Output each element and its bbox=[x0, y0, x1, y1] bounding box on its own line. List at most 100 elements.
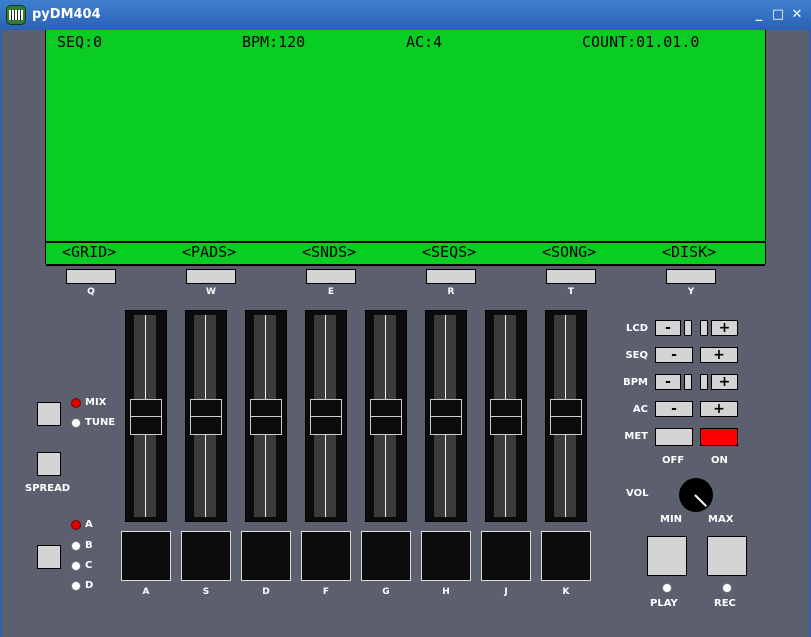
bank-c-radio[interactable] bbox=[71, 561, 81, 571]
menu-key-label: T bbox=[567, 287, 575, 297]
fader-handle[interactable] bbox=[310, 399, 342, 435]
title-bar: pyDM404 _ □ ✕ bbox=[0, 0, 811, 31]
menu-key-label: E bbox=[327, 287, 335, 297]
fader-handle[interactable] bbox=[130, 399, 162, 435]
fader-7[interactable] bbox=[485, 310, 527, 522]
lcd-plus-button[interactable]: + bbox=[711, 320, 738, 336]
bpm-plus-button[interactable]: + bbox=[711, 374, 738, 390]
pad-k[interactable] bbox=[541, 531, 591, 581]
volume-knob[interactable] bbox=[675, 474, 717, 516]
bank-a-radio[interactable] bbox=[71, 520, 81, 530]
menu-button-snds[interactable] bbox=[306, 269, 356, 284]
tune-label: TUNE bbox=[85, 417, 116, 428]
pad-h[interactable] bbox=[421, 531, 471, 581]
mix-radio[interactable] bbox=[71, 398, 81, 408]
bank-d-label: D bbox=[85, 580, 94, 591]
fader-5[interactable] bbox=[365, 310, 407, 522]
bank-c-label: C bbox=[85, 560, 93, 571]
play-label: PLAY bbox=[650, 598, 678, 609]
menu-seqs[interactable]: <SEQS> bbox=[422, 243, 476, 261]
pad-key-label: H bbox=[442, 587, 450, 597]
lcd-contrast-indicator bbox=[700, 320, 708, 336]
menu-key-label: W bbox=[206, 287, 216, 297]
play-button[interactable] bbox=[647, 536, 687, 576]
mix-label: MIX bbox=[85, 397, 107, 408]
menu-disk[interactable]: <DISK> bbox=[662, 243, 716, 261]
window-title: pyDM404 bbox=[32, 7, 101, 22]
bpm-minus-button[interactable]: - bbox=[655, 374, 681, 390]
menu-grid[interactable]: <GRID> bbox=[62, 243, 116, 261]
fader-8[interactable] bbox=[545, 310, 587, 522]
met-off-label: OFF bbox=[662, 455, 685, 466]
menu-button-disk[interactable] bbox=[666, 269, 716, 284]
pad-a[interactable] bbox=[121, 531, 171, 581]
fader-3[interactable] bbox=[245, 310, 287, 522]
pad-key-label: D bbox=[262, 587, 270, 597]
pad-j[interactable] bbox=[481, 531, 531, 581]
fader-handle[interactable] bbox=[370, 399, 402, 435]
fader-handle[interactable] bbox=[190, 399, 222, 435]
pad-s[interactable] bbox=[181, 531, 231, 581]
bank-d-radio[interactable] bbox=[71, 581, 81, 591]
rec-button[interactable] bbox=[707, 536, 747, 576]
menu-snds[interactable]: <SNDS> bbox=[302, 243, 356, 261]
bpm-fine-plus[interactable] bbox=[700, 374, 708, 390]
met-off-button[interactable] bbox=[655, 428, 693, 446]
ac-minus-button[interactable]: - bbox=[655, 401, 693, 417]
fader-handle[interactable] bbox=[550, 399, 582, 435]
bpm-fine-minus[interactable] bbox=[684, 374, 692, 390]
menu-pads[interactable]: <PADS> bbox=[182, 243, 236, 261]
bpm-label: BPM bbox=[623, 377, 648, 388]
met-on-label: ON bbox=[711, 455, 728, 466]
lcd-bpm: BPM:120 bbox=[242, 33, 306, 51]
fader-handle[interactable] bbox=[430, 399, 462, 435]
fader-4[interactable] bbox=[305, 310, 347, 522]
vol-label: VOL bbox=[626, 488, 649, 499]
menu-button-grid[interactable] bbox=[66, 269, 116, 284]
seq-plus-button[interactable]: + bbox=[700, 347, 738, 363]
ac-label: AC bbox=[632, 404, 648, 415]
fader-6[interactable] bbox=[425, 310, 467, 522]
fader-handle[interactable] bbox=[490, 399, 522, 435]
lcd-menu: <GRID> <PADS> <SNDS> <SEQS> <SONG> <DISK… bbox=[46, 241, 765, 266]
fader-1[interactable] bbox=[125, 310, 167, 522]
maximize-button[interactable]: □ bbox=[770, 7, 786, 22]
menu-button-song[interactable] bbox=[546, 269, 596, 284]
seq-minus-button[interactable]: - bbox=[655, 347, 693, 363]
tune-radio[interactable] bbox=[71, 418, 81, 428]
fader-2[interactable] bbox=[185, 310, 227, 522]
met-label: MET bbox=[624, 431, 648, 442]
rec-label: REC bbox=[714, 598, 736, 609]
fader-handle[interactable] bbox=[250, 399, 282, 435]
spread-button[interactable] bbox=[37, 452, 61, 476]
pad-key-label: A bbox=[142, 587, 150, 597]
bank-b-radio[interactable] bbox=[71, 541, 81, 551]
lcd-minus-button[interactable]: - bbox=[655, 320, 681, 336]
pad-g[interactable] bbox=[361, 531, 411, 581]
vol-max-label: MAX bbox=[708, 514, 734, 525]
pad-key-label: S bbox=[202, 587, 210, 597]
ac-plus-button[interactable]: + bbox=[700, 401, 738, 417]
mix-tune-toggle-button[interactable] bbox=[37, 402, 61, 426]
play-indicator bbox=[662, 583, 672, 593]
vol-min-label: MIN bbox=[660, 514, 683, 525]
menu-button-pads[interactable] bbox=[186, 269, 236, 284]
menu-button-seqs[interactable] bbox=[426, 269, 476, 284]
pad-key-label: F bbox=[322, 587, 330, 597]
menu-key-label: R bbox=[447, 287, 455, 297]
rec-indicator bbox=[722, 583, 732, 593]
lcd-display: SEQ:0 BPM:120 AC:4 COUNT:01.01.0 <GRID> … bbox=[45, 30, 766, 266]
bank-select-button[interactable] bbox=[37, 545, 61, 569]
minimize-button[interactable]: _ bbox=[751, 7, 767, 22]
close-button[interactable]: ✕ bbox=[789, 7, 805, 22]
bank-b-label: B bbox=[85, 540, 93, 551]
spread-label: SPREAD bbox=[25, 483, 71, 494]
pad-d[interactable] bbox=[241, 531, 291, 581]
menu-song[interactable]: <SONG> bbox=[542, 243, 596, 261]
pad-key-label: K bbox=[562, 587, 570, 597]
lcd-seq: SEQ:0 bbox=[57, 33, 103, 51]
menu-key-label: Q bbox=[87, 287, 95, 297]
met-on-button[interactable] bbox=[700, 428, 738, 446]
pad-f[interactable] bbox=[301, 531, 351, 581]
lcd-count: COUNT:01.01.0 bbox=[582, 33, 700, 51]
